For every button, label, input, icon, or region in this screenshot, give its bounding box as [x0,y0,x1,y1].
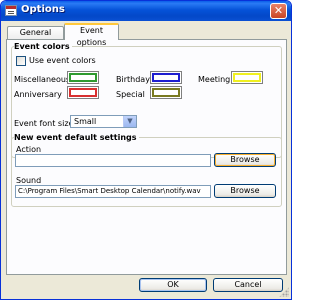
miscellaneous-color-fill [69,73,97,82]
event-font-size-select[interactable]: Small ▼ [70,115,137,128]
sound-input[interactable]: C:\Program Files\Smart Desktop Calendar\… [15,185,211,198]
action-input[interactable] [15,154,211,167]
options-dialog: Options ✕ General options Event options … [0,0,292,300]
action-browse-button[interactable]: Browse [214,153,276,167]
event-font-size-label: Event font size [14,119,74,128]
new-event-settings-heading: New event default settings [14,133,139,142]
chevron-down-icon[interactable]: ▼ [123,116,136,127]
birthday-label: Birthday [116,75,150,84]
sound-label: Sound [16,176,42,185]
anniversary-color-swatch[interactable] [67,86,99,99]
birthday-color-swatch[interactable] [150,71,182,84]
special-color-swatch[interactable] [150,86,182,99]
meeting-label: Meeting [198,75,231,84]
window-title: Options [21,4,65,15]
meeting-color-fill [233,73,261,82]
sound-browse-button[interactable]: Browse [214,184,276,198]
cancel-button[interactable]: Cancel [213,278,283,292]
tab-panel-event-options: Event colors Use event colors Miscellane… [6,39,287,275]
close-button[interactable]: ✕ [270,3,287,19]
title-bar[interactable]: Options ✕ [1,1,291,21]
special-label: Special [116,90,145,99]
miscellaneous-color-swatch[interactable] [67,71,99,84]
miscellaneous-label: Miscellaneous [14,75,71,84]
use-event-colors-label: Use event colors [29,56,96,65]
anniversary-color-fill [69,88,97,97]
meeting-color-swatch[interactable] [231,71,263,84]
tab-event-options[interactable]: Event options [64,23,119,47]
anniversary-label: Anniversary [14,90,62,99]
tab-general-options[interactable]: General options [7,26,64,49]
birthday-color-fill [152,73,180,82]
event-colors-heading: Event colors [14,42,72,51]
calendar-icon [5,5,17,16]
action-label: Action [16,145,42,154]
use-event-colors-checkbox[interactable] [16,56,26,66]
event-font-size-value: Small [74,117,97,126]
special-color-fill [152,88,180,97]
ok-button[interactable]: OK [139,278,207,292]
